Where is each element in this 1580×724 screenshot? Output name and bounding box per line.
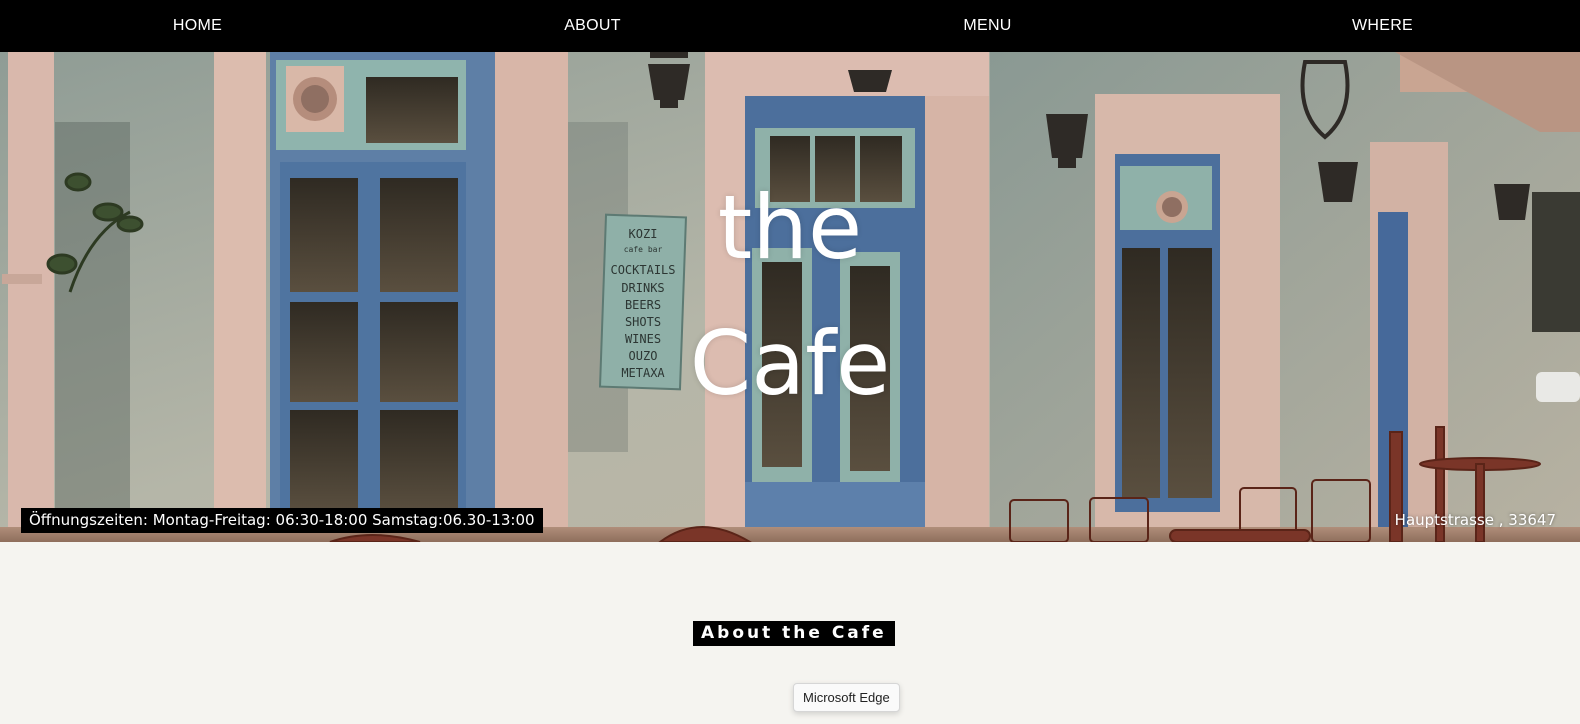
- top-navigation: HOME ABOUT MENU WHERE: [0, 0, 1580, 52]
- hero-title: the Cafe: [590, 160, 990, 432]
- address-label: Hauptstrasse , 33647: [1394, 511, 1556, 529]
- about-section-heading: About the Cafe: [693, 621, 895, 646]
- nav-home-link[interactable]: HOME: [0, 0, 395, 52]
- hero-title-line-1: the: [717, 176, 863, 279]
- opening-hours-label: Öffnungszeiten: Montag-Freitag: 06:30-18…: [21, 508, 543, 533]
- nav-about-link[interactable]: ABOUT: [395, 0, 790, 52]
- browser-tooltip: Microsoft Edge: [793, 683, 900, 712]
- nav-menu-link[interactable]: MENU: [790, 0, 1185, 52]
- hero-section: KOZI cafe bar COCKTAILS DRINKS BEERS SHO…: [0, 52, 1580, 542]
- hero-title-line-2: Cafe: [689, 312, 891, 415]
- nav-where-link[interactable]: WHERE: [1185, 0, 1580, 52]
